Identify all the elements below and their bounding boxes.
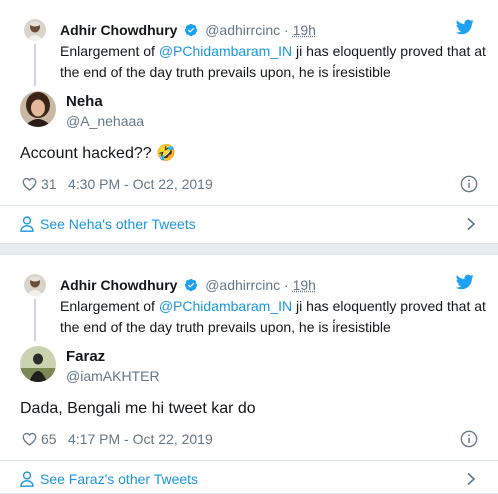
reply-tweet-text: Dada, Bengali me hi tweet kar do (20, 400, 256, 417)
twitter-bird-icon[interactable] (456, 19, 474, 35)
twitter-bird-icon[interactable] (456, 274, 474, 290)
parent-author-name[interactable]: Adhir Chowdhury (60, 277, 177, 293)
verified-badge-icon (185, 23, 198, 37)
see-other-tweets-link[interactable]: See Neha's other Tweets (0, 206, 498, 242)
heart-icon[interactable] (22, 432, 37, 446)
parent-author-name[interactable]: Adhir Chowdhury (60, 22, 177, 38)
avatar[interactable] (24, 19, 46, 41)
parent-author-handle[interactable]: @adhirrcinc (205, 277, 280, 293)
quoted-parent-tweet[interactable]: Adhir Chowdhury @adhirrcinc · 19h Enlarg… (24, 19, 486, 83)
mention-link[interactable]: @PChidambaram_IN (159, 298, 292, 314)
parent-age[interactable]: 19h (293, 277, 316, 293)
like-count: 65 (41, 431, 57, 447)
person-icon (20, 471, 34, 487)
parent-age[interactable]: 19h (293, 22, 316, 38)
reply-author-handle[interactable]: @A_nehaaa (66, 112, 144, 130)
parent-header: Adhir Chowdhury @adhirrcinc · 19h (60, 276, 316, 294)
mention-link[interactable]: @PChidambaram_IN (159, 43, 292, 59)
see-other-tweets-link[interactable]: See Faraz's other Tweets (0, 461, 498, 494)
parent-author-handle[interactable]: @adhirrcinc (205, 22, 280, 38)
reply-author-handle[interactable]: @iamAKHTER (66, 367, 160, 385)
reply-tweet-text: Account hacked?? 🤣 (20, 145, 177, 162)
quoted-parent-tweet[interactable]: Adhir Chowdhury @adhirrcinc · 19h Enlarg… (24, 274, 486, 338)
tweet-meta: 65 4:17 PM - Oct 22, 2019 (20, 429, 478, 449)
chevron-right-icon (467, 217, 476, 231)
see-other-tweets-label: See Faraz's other Tweets (40, 471, 199, 487)
parent-text-before: Enlargement of (60, 298, 159, 314)
embedded-tweet-card: Adhir Chowdhury @adhirrcinc · 19h Enlarg… (0, 254, 498, 494)
separator-dot: · (284, 277, 289, 293)
see-other-tweets-label: See Neha's other Tweets (40, 216, 196, 232)
separator-dot: · (284, 22, 289, 38)
tweet-timestamp[interactable]: 4:17 PM - Oct 22, 2019 (68, 429, 213, 449)
embedded-tweet-card: Adhir Chowdhury @adhirrcinc · 19h Enlarg… (0, 0, 498, 244)
info-icon[interactable] (460, 430, 478, 448)
chevron-right-icon (467, 472, 476, 486)
tweet-meta: 31 4:30 PM - Oct 22, 2019 (20, 174, 478, 194)
reply-author-name[interactable]: Faraz (66, 348, 105, 366)
person-icon (20, 216, 34, 232)
info-icon[interactable] (460, 175, 478, 193)
parent-header: Adhir Chowdhury @adhirrcinc · 19h (60, 21, 316, 39)
card-separator (0, 244, 498, 254)
heart-icon[interactable] (22, 177, 37, 191)
like-count: 31 (41, 176, 57, 192)
avatar[interactable] (20, 346, 56, 382)
parent-tweet-text: Enlargement of @PChidambaram_IN ji has e… (60, 41, 490, 83)
parent-tweet-text: Enlargement of @PChidambaram_IN ji has e… (60, 296, 490, 338)
avatar[interactable] (24, 274, 46, 296)
reply-author-name[interactable]: Neha (66, 93, 103, 111)
tweet-timestamp[interactable]: 4:30 PM - Oct 22, 2019 (68, 174, 213, 194)
verified-badge-icon (185, 278, 198, 292)
parent-text-before: Enlargement of (60, 43, 159, 59)
avatar[interactable] (20, 91, 56, 127)
